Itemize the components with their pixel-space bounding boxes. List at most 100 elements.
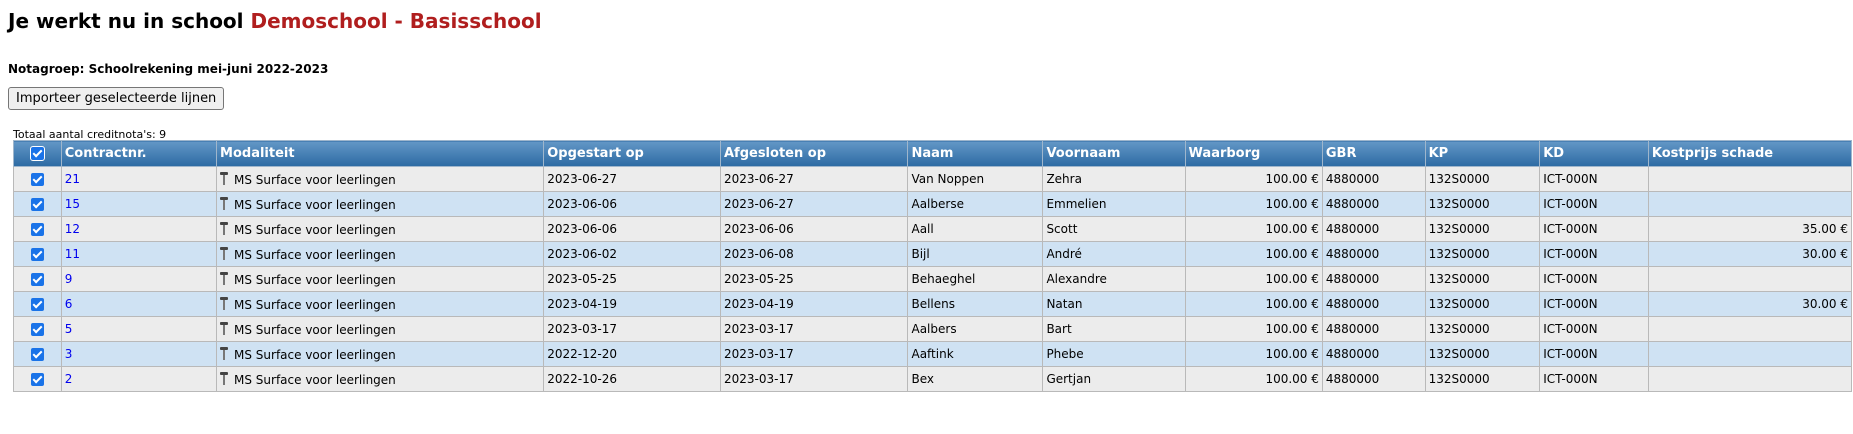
afgesloten-cell: 2023-03-17 [719,316,909,342]
select-all-header [13,140,62,167]
naam-cell: Aalbers [907,316,1044,342]
kd-cell: ICT-000N [1539,316,1649,342]
voornaam-cell: Alexandre [1042,266,1186,292]
opgestart-cell: 2023-06-06 [543,216,721,242]
modaliteit-cell: MS Surface voor leerlingen [216,216,545,242]
table-row: 2 MS Surface voor leerlingen 2022-10-26 … [13,366,1853,392]
waarborg-cell: 100.00 € [1184,266,1323,292]
modaliteit-text: MS Surface voor leerlingen [234,272,396,287]
contract-link[interactable]: 15 [65,197,80,211]
waarborg-cell: 100.00 € [1184,341,1323,367]
contract-cell: 11 [60,241,218,267]
contract-link[interactable]: 11 [65,247,80,261]
naam-cell: Aalberse [907,191,1044,217]
modaliteit-cell: MS Surface voor leerlingen [216,191,545,217]
column-header-kp[interactable]: KP [1424,140,1541,167]
row-checkbox[interactable] [30,198,44,211]
column-header-voornaam[interactable]: Voornaam [1042,140,1186,167]
modaliteit-cell: MS Surface voor leerlingen [216,241,545,267]
contract-link[interactable]: 5 [65,322,73,336]
row-select-cell [13,241,62,267]
kostprijs-schade-cell [1647,341,1853,367]
column-header-naam[interactable]: Naam [907,140,1044,167]
contract-link[interactable]: 12 [65,222,80,236]
row-checkbox[interactable] [30,323,44,336]
voornaam-cell: Bart [1042,316,1186,342]
modaliteit-text: MS Surface voor leerlingen [234,197,396,212]
kostprijs-schade-cell [1647,366,1853,392]
modaliteit-text: MS Surface voor leerlingen [234,222,396,237]
modaliteit-cell: MS Surface voor leerlingen [216,166,545,192]
select-all-checkbox[interactable] [29,146,45,161]
contract-link[interactable]: 21 [65,172,80,186]
naam-cell: Bellens [907,291,1044,317]
row-checkbox[interactable] [30,348,44,361]
kostprijs-schade-cell [1647,266,1853,292]
naam-cell: Van Noppen [907,166,1044,192]
naam-cell: Aall [907,216,1044,242]
contract-link[interactable]: 9 [65,272,73,286]
modaliteit-text: MS Surface voor leerlingen [234,172,396,187]
contract-link[interactable]: 6 [65,297,73,311]
modaliteit-text: MS Surface voor leerlingen [234,247,396,262]
school-name: Demoschool - Basisschool [250,9,542,33]
surface-device-icon [220,321,229,335]
column-header-kd[interactable]: KD [1539,140,1649,167]
contract-cell: 6 [60,291,218,317]
column-header-waarborg[interactable]: Waarborg [1184,140,1323,167]
notagroep-label: Notagroep: Schoolrekening mei-juni 2022-… [8,62,329,76]
row-checkbox[interactable] [30,248,44,261]
waarborg-cell: 100.00 € [1184,166,1323,192]
table-row: 3 MS Surface voor leerlingen 2022-12-20 … [13,341,1853,367]
afgesloten-cell: 2023-05-25 [719,266,909,292]
import-selected-lines-button[interactable]: Importeer geselecteerde lijnen [8,87,225,110]
gbr-cell: 4880000 [1321,191,1426,217]
gbr-cell: 4880000 [1321,341,1426,367]
afgesloten-cell: 2023-03-17 [719,341,909,367]
gbr-cell: 4880000 [1321,291,1426,317]
voornaam-cell: Phebe [1042,341,1186,367]
table-row: 5 MS Surface voor leerlingen 2023-03-17 … [13,316,1853,342]
waarborg-cell: 100.00 € [1184,241,1323,267]
opgestart-cell: 2023-05-25 [543,266,721,292]
column-header-modaliteit[interactable]: Modaliteit [216,140,545,167]
kp-cell: 132S0000 [1424,216,1541,242]
contract-cell: 15 [60,191,218,217]
voornaam-cell: André [1042,241,1186,267]
surface-device-icon [220,346,229,360]
modaliteit-cell: MS Surface voor leerlingen [216,291,545,317]
gbr-cell: 4880000 [1321,216,1426,242]
waarborg-cell: 100.00 € [1184,316,1323,342]
afgesloten-cell: 2023-06-27 [719,166,909,192]
row-checkbox[interactable] [30,273,44,286]
row-checkbox[interactable] [30,373,44,386]
modaliteit-text: MS Surface voor leerlingen [234,297,396,312]
contract-cell: 21 [60,166,218,192]
column-header-opgestart-op[interactable]: Opgestart op [543,140,721,167]
table-row: 21 MS Surface voor leerlingen 2023-06-27… [13,166,1853,192]
contract-link[interactable]: 3 [65,347,73,361]
row-checkbox[interactable] [30,223,44,236]
table-row: 9 MS Surface voor leerlingen 2023-05-25 … [13,266,1853,292]
kd-cell: ICT-000N [1539,241,1649,267]
row-checkbox[interactable] [30,173,44,186]
contract-cell: 2 [60,366,218,392]
gbr-cell: 4880000 [1321,316,1426,342]
column-header-gbr[interactable]: GBR [1321,140,1426,167]
kp-cell: 132S0000 [1424,341,1541,367]
voornaam-cell: Gertjan [1042,366,1186,392]
voornaam-cell: Emmelien [1042,191,1186,217]
kostprijs-schade-cell: 35.00 € [1647,216,1853,242]
column-header-contractnr[interactable]: Contractnr. [60,140,218,167]
modaliteit-cell: MS Surface voor leerlingen [216,316,545,342]
row-checkbox[interactable] [30,298,44,311]
contract-link[interactable]: 2 [65,372,73,386]
gbr-cell: 4880000 [1321,266,1426,292]
voornaam-cell: Scott [1042,216,1186,242]
page-title-prefix: Je werkt nu in school [8,9,244,33]
gbr-cell: 4880000 [1321,166,1426,192]
column-header-afgesloten-op[interactable]: Afgesloten op [719,140,909,167]
column-header-kostprijs-schade[interactable]: Kostprijs schade [1647,140,1853,167]
kd-cell: ICT-000N [1539,191,1649,217]
afgesloten-cell: 2023-03-17 [719,366,909,392]
